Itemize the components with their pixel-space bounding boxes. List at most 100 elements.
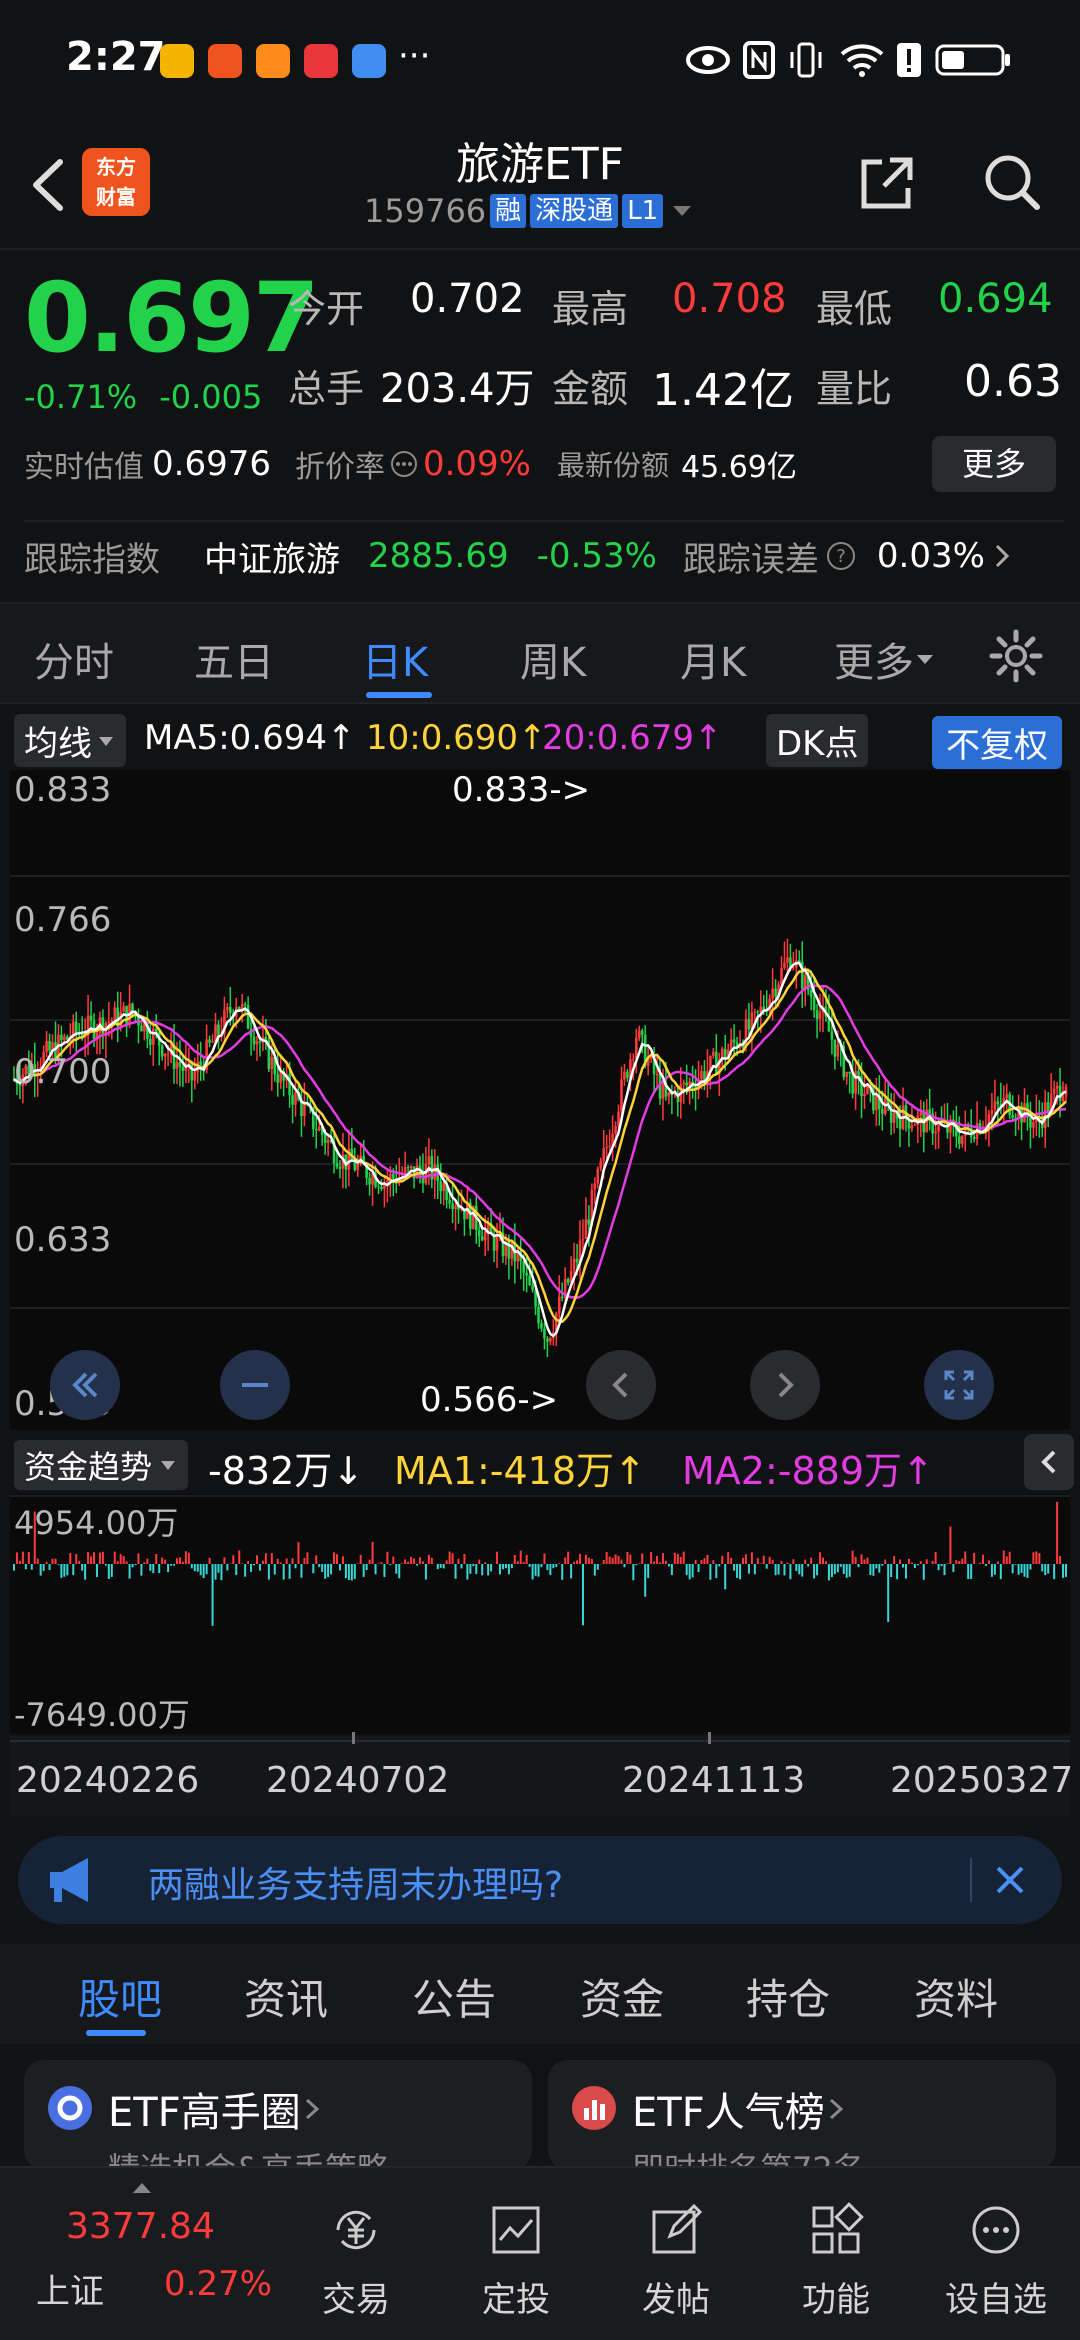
nav-label: 发帖: [642, 2280, 710, 2320]
fund-flow-bar: [312, 1564, 315, 1574]
nav-label: 功能: [802, 2280, 870, 2320]
fund-flow-bar: [783, 1564, 786, 1576]
date-tick: [352, 1732, 355, 1744]
market-index-widget[interactable]: 3377.84 上证 0.27%: [0, 2168, 272, 2340]
candle-body: [89, 1015, 93, 1021]
fund-flow-bar: [377, 1563, 380, 1564]
fund-flow-bar: [590, 1558, 593, 1564]
candle-body: [830, 1031, 834, 1040]
fund-flow-bar: [184, 1551, 187, 1564]
nav-trade[interactable]: 交易: [276, 2168, 436, 2340]
collapse-panel-button[interactable]: [1024, 1434, 1074, 1490]
fund-flow-bar: [330, 1564, 333, 1575]
etf-expert-circle-card[interactable]: ETF高手圈 精选机会&高手策略: [24, 2060, 532, 2170]
fund-flow-bar: [510, 1564, 513, 1569]
fund-flow-bar: [30, 1564, 33, 1570]
fund-flow-bar: [940, 1564, 943, 1567]
fund-flow-selector[interactable]: 资金趋势: [14, 1440, 189, 1490]
fund-flow-bar: [69, 1553, 72, 1564]
tab-guba[interactable]: 股吧: [78, 1966, 162, 2027]
tab-news[interactable]: 资讯: [244, 1966, 328, 2027]
fund-flow-bar: [1002, 1550, 1005, 1564]
tab-monthly-k[interactable]: 月K: [680, 630, 746, 688]
etf-popularity-card[interactable]: ETF人气榜 即时排名第72名: [548, 2060, 1056, 2170]
kline-chart[interactable]: 0.833 0.766 0.700 0.633 0.566 0.833-> 0.…: [10, 770, 1070, 1430]
fund-flow-bar: [774, 1564, 777, 1576]
help-icon[interactable]: ?: [825, 540, 857, 572]
candle-body: [442, 1183, 445, 1192]
low-value: 0.694: [938, 276, 1053, 322]
fund-flow-bar: [338, 1564, 341, 1571]
tab-intraday[interactable]: 分时: [34, 630, 114, 688]
fund-flow-bar: [84, 1564, 87, 1580]
candle-body: [623, 1071, 626, 1080]
candle-body: [880, 1108, 884, 1114]
search-icon[interactable]: [980, 150, 1044, 214]
fund-flow-bar: [673, 1552, 676, 1564]
fund-flow-bar: [887, 1564, 890, 1623]
candle-body: [756, 1011, 760, 1013]
info-icon[interactable]: [389, 449, 419, 479]
more-button[interactable]: 更多: [932, 436, 1056, 492]
scroll-left-button[interactable]: [50, 1350, 120, 1420]
fund-flow-bar: [93, 1552, 96, 1564]
tab-announcements[interactable]: 公告: [412, 1966, 496, 2027]
fund-flow-bar: [39, 1564, 42, 1576]
fund-flow-bar: [401, 1563, 404, 1564]
date-tick: [708, 1732, 711, 1744]
chevron-right-icon: [829, 2098, 843, 2120]
fund-flow-bar: [570, 1564, 573, 1579]
fund-flow-bar: [15, 1552, 18, 1564]
fund-flow-bar: [161, 1557, 164, 1564]
fund-flow-bar: [922, 1564, 925, 1580]
fullscreen-button[interactable]: [924, 1350, 994, 1420]
tab-funds[interactable]: 资金: [580, 1966, 664, 2027]
index-value: 3377.84: [66, 2206, 215, 2247]
fund-flow-bar: [724, 1564, 727, 1590]
stock-code-line[interactable]: 159766 融 深股通 L1: [364, 192, 697, 230]
tab-profile[interactable]: 资料: [914, 1966, 998, 2027]
open-label: 今开: [288, 287, 365, 331]
fund-flow-bar: [581, 1564, 584, 1626]
tab-five-day[interactable]: 五日: [194, 630, 274, 688]
fund-flow-bar: [715, 1564, 718, 1579]
tab-more[interactable]: 更多: [834, 630, 936, 688]
indicator-selector[interactable]: 均线: [14, 714, 126, 767]
tab-daily-k[interactable]: 日K: [362, 630, 428, 688]
fund-flow-bar: [795, 1564, 798, 1571]
nav-investment-plan[interactable]: 定投: [436, 2168, 596, 2340]
tracking-index-row[interactable]: 跟踪指数 中证旅游 2885.69 -0.53% 跟踪误差 ? 0.03%: [24, 520, 1064, 590]
nav-post[interactable]: 发帖: [596, 2168, 756, 2340]
settings-gear-icon[interactable]: [988, 628, 1044, 684]
nav-features[interactable]: 功能: [756, 2168, 916, 2340]
fund-flow-bar: [13, 1564, 15, 1571]
fund-flow-chart[interactable]: 4954.00万 -7649.00万: [10, 1494, 1070, 1734]
fund-flow-bar: [258, 1564, 261, 1571]
adjustment-toggle[interactable]: 不复权: [932, 716, 1062, 769]
zoom-out-button[interactable]: [220, 1350, 290, 1420]
share-icon[interactable]: [856, 154, 916, 214]
candle-body: [495, 1235, 499, 1251]
candle-body: [199, 1061, 202, 1065]
candle-body: [193, 1072, 197, 1081]
fund-flow-bar: [845, 1564, 848, 1578]
fund-flow-bar: [193, 1564, 196, 1572]
next-button[interactable]: [750, 1350, 820, 1420]
promo-banner[interactable]: 两融业务支持周末办理吗?: [18, 1836, 1062, 1924]
fund-flow-bar: [561, 1564, 564, 1580]
fund-flow-bar: [990, 1564, 993, 1577]
fund-flow-bar: [804, 1559, 807, 1564]
status-time: 2:27: [66, 34, 166, 80]
candle-body: [990, 1110, 994, 1115]
fund-flow-bar: [324, 1564, 327, 1579]
tab-holdings[interactable]: 持仓: [746, 1966, 830, 2027]
tab-weekly-k[interactable]: 周K: [520, 630, 586, 688]
close-icon[interactable]: [986, 1856, 1034, 1904]
nav-add-watchlist[interactable]: 设自选: [916, 2168, 1076, 2340]
fund-flow-bar: [842, 1564, 845, 1574]
dk-point-toggle[interactable]: DK点: [766, 714, 869, 767]
candle-body: [1005, 1094, 1009, 1099]
fund-flow-bar: [244, 1564, 247, 1577]
fund-flow-bar: [709, 1564, 712, 1580]
prev-button[interactable]: [586, 1350, 656, 1420]
